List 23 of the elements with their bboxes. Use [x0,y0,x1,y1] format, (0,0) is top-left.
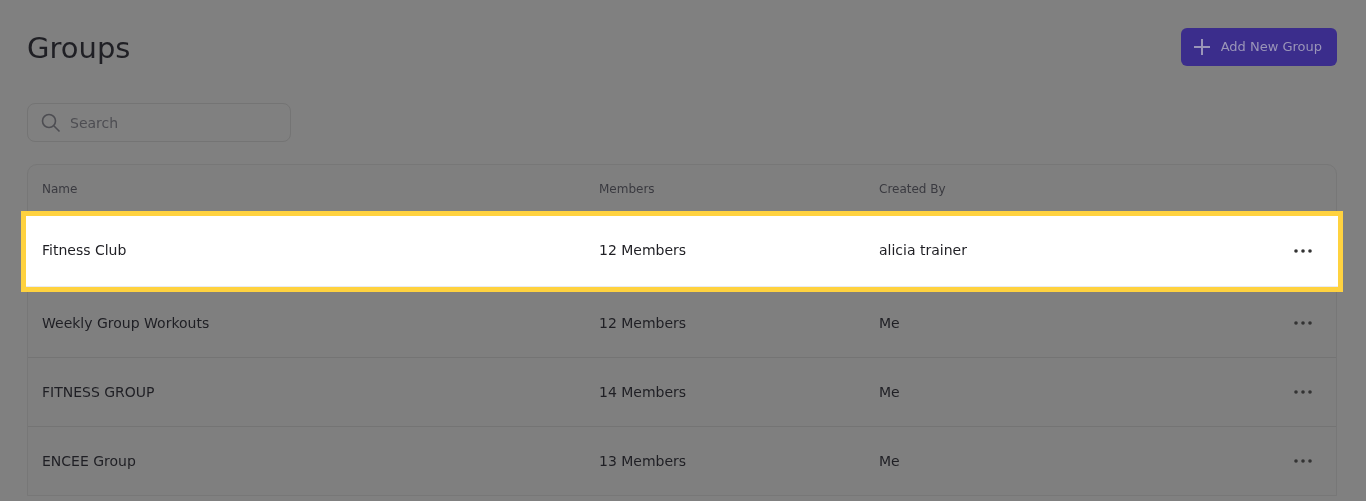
table-cell: 12 Members [599,242,687,258]
table-cell: 13 Members [599,452,687,469]
table-cell: FITNESS GROUP [42,383,155,400]
table-cell: Fitness Club [42,242,127,258]
table-cell: 14 Members [599,383,687,400]
search-icon [41,113,61,133]
table-cell: Me [879,452,900,469]
table-row[interactable]: ENCEE Group 13 Members Me [28,426,1336,495]
column-header: Name [42,182,78,196]
page-title: Groups [27,30,131,67]
column-header: Members [599,182,655,196]
table-cell: 12 Members [599,314,687,331]
table-cell: alicia trainer [879,242,967,258]
column-header: Created By [879,182,946,196]
add-new-group-button[interactable]: Add New Group [1180,28,1337,66]
plus-icon [1192,38,1211,56]
table-row[interactable]: Weekly Group Workouts 12 Members Me [28,288,1336,357]
table-cell: ENCEE Group [42,452,136,469]
more-options-icon[interactable] [1294,248,1312,253]
table-cell: Me [879,383,900,400]
table-cell: Me [879,314,900,331]
table-cell: Weekly Group Workouts [42,314,210,331]
table-row[interactable]: FITNESS GROUP 14 Members Me [28,357,1336,426]
